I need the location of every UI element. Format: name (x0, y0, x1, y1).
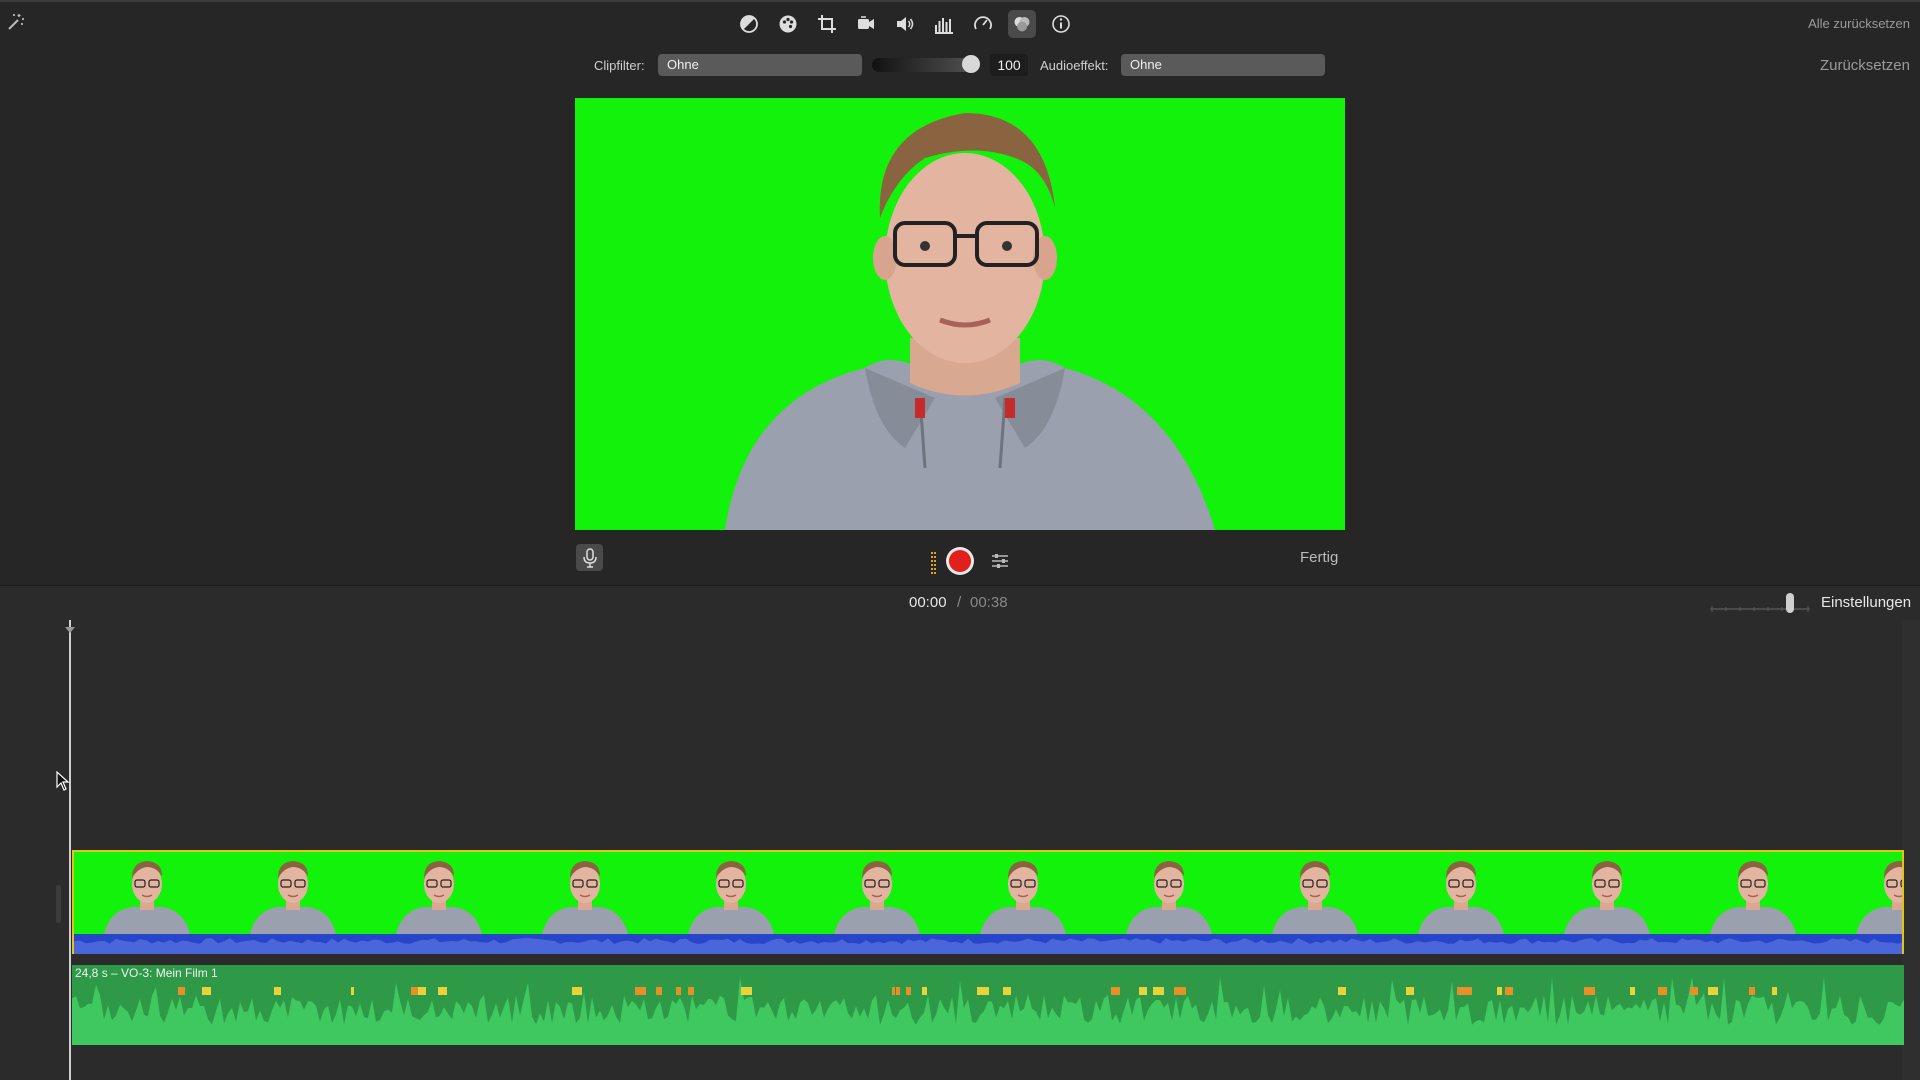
clipping-peak (1505, 987, 1513, 995)
clip-thumbnail (1242, 852, 1388, 934)
stabilization-icon[interactable] (852, 10, 880, 38)
clipping-peak (351, 987, 354, 995)
settings-button[interactable]: Einstellungen (1821, 594, 1911, 611)
clip-thumbnail (1388, 852, 1534, 934)
presenter-image (575, 98, 1345, 530)
voiceover-clip[interactable] (72, 965, 1904, 1045)
audioeffect-label: Audioeffekt: (1040, 58, 1109, 73)
clipping-peak (1749, 987, 1755, 995)
clipping-peak (418, 987, 426, 995)
clip-thumbnail (1534, 852, 1680, 934)
clipping-peak (635, 987, 646, 995)
clipping-peak (411, 987, 418, 995)
clipping-peak (741, 987, 752, 995)
video-clip[interactable] (72, 850, 1904, 954)
clip-thumbnail (512, 852, 658, 934)
clipping-peak (1658, 987, 1667, 995)
clip-thumbnail (1096, 852, 1242, 934)
clipping-peak (1461, 987, 1472, 995)
microphone-button[interactable] (576, 544, 603, 571)
clip-thumbnail (950, 852, 1096, 934)
clipping-peak (896, 987, 900, 995)
audioeffect-select[interactable]: Ohne (1121, 54, 1325, 76)
total-time: 00:38 (970, 594, 1008, 611)
clip-thumbnail (74, 852, 220, 934)
clipping-peak (438, 987, 447, 995)
clipping-peak (572, 987, 579, 995)
voiceover-clip-label: 24,8 s – VO-3: Mein Film 1 (75, 966, 218, 980)
clipping-peak (676, 987, 681, 995)
clip-thumbnail (1680, 852, 1826, 934)
clipping-peak (1690, 987, 1698, 995)
record-button[interactable] (946, 547, 974, 575)
reset-button[interactable]: Zurücksetzen (1820, 57, 1910, 74)
color-correction-icon[interactable] (774, 10, 802, 38)
clip-thumbnail (220, 852, 366, 934)
crop-icon[interactable] (813, 10, 841, 38)
clipping-peak (1111, 987, 1120, 995)
clipping-peak (688, 987, 694, 995)
playhead[interactable] (69, 620, 71, 1080)
clipping-peak (202, 987, 211, 995)
clipping-peak (1183, 987, 1186, 995)
clipping-peak (892, 987, 895, 995)
clip-thumbnail (804, 852, 950, 934)
clip-thumbnail (658, 852, 804, 934)
timeline-scrollbar[interactable] (1902, 620, 1920, 1080)
clipping-peak (1139, 987, 1147, 995)
clipping-peak (1630, 987, 1635, 995)
clip-thumbnail (1826, 852, 1902, 934)
microphone-icon (582, 547, 597, 568)
current-time: 00:00 (909, 594, 947, 611)
clipping-peak (906, 987, 911, 995)
clipping-peak (1772, 987, 1777, 995)
timeline-drag-handle[interactable] (56, 885, 61, 923)
done-button[interactable]: Fertig (1300, 549, 1338, 566)
time-separator: / (957, 594, 962, 611)
clip-thumbnail (366, 852, 512, 934)
clipping-peak (1003, 987, 1011, 995)
reset-all-button[interactable]: Alle zurücksetzen (1808, 16, 1910, 31)
level-slider-knob[interactable] (962, 55, 980, 73)
color-balance-icon[interactable] (735, 10, 763, 38)
clipping-peak (1708, 987, 1718, 995)
clipfilter-select[interactable]: Ohne (658, 54, 862, 76)
mouse-cursor (56, 770, 70, 796)
speed-icon[interactable] (969, 10, 997, 38)
clipping-peak (1406, 987, 1414, 995)
clipping-peak (1338, 987, 1344, 995)
video-preview (575, 98, 1345, 530)
clipping-peak (274, 987, 281, 995)
clipping-peak (178, 987, 185, 995)
equalizer-icon[interactable] (930, 10, 958, 38)
adjustment-toolbar (735, 10, 1075, 40)
volume-icon[interactable] (891, 10, 919, 38)
info-icon[interactable] (1047, 10, 1075, 38)
top-border (0, 0, 1920, 2)
level-value[interactable]: 100 (990, 54, 1028, 76)
clip-thumbnails (74, 852, 1902, 934)
clipping-peak (1174, 987, 1184, 995)
zoom-slider-knob[interactable] (1786, 593, 1794, 613)
clipping-peak (1584, 987, 1595, 995)
voiceover-options-icon[interactable] (990, 551, 1010, 576)
clipping-peak (1497, 987, 1502, 995)
clipfilter-label: Clipfilter: (594, 58, 645, 73)
playhead-handle[interactable] (65, 620, 75, 633)
clipping-peak (656, 987, 662, 995)
record-icon (949, 550, 971, 572)
magic-wand-icon[interactable] (6, 12, 26, 37)
zoom-slider[interactable] (1710, 600, 1810, 612)
input-level-meter (931, 552, 937, 574)
clipping-peak (922, 987, 927, 995)
noise-reduction-icon[interactable] (1008, 10, 1036, 38)
clipping-peak (1153, 987, 1164, 995)
clipping-peak (980, 987, 989, 995)
clip-audio-waveform (74, 934, 1902, 954)
